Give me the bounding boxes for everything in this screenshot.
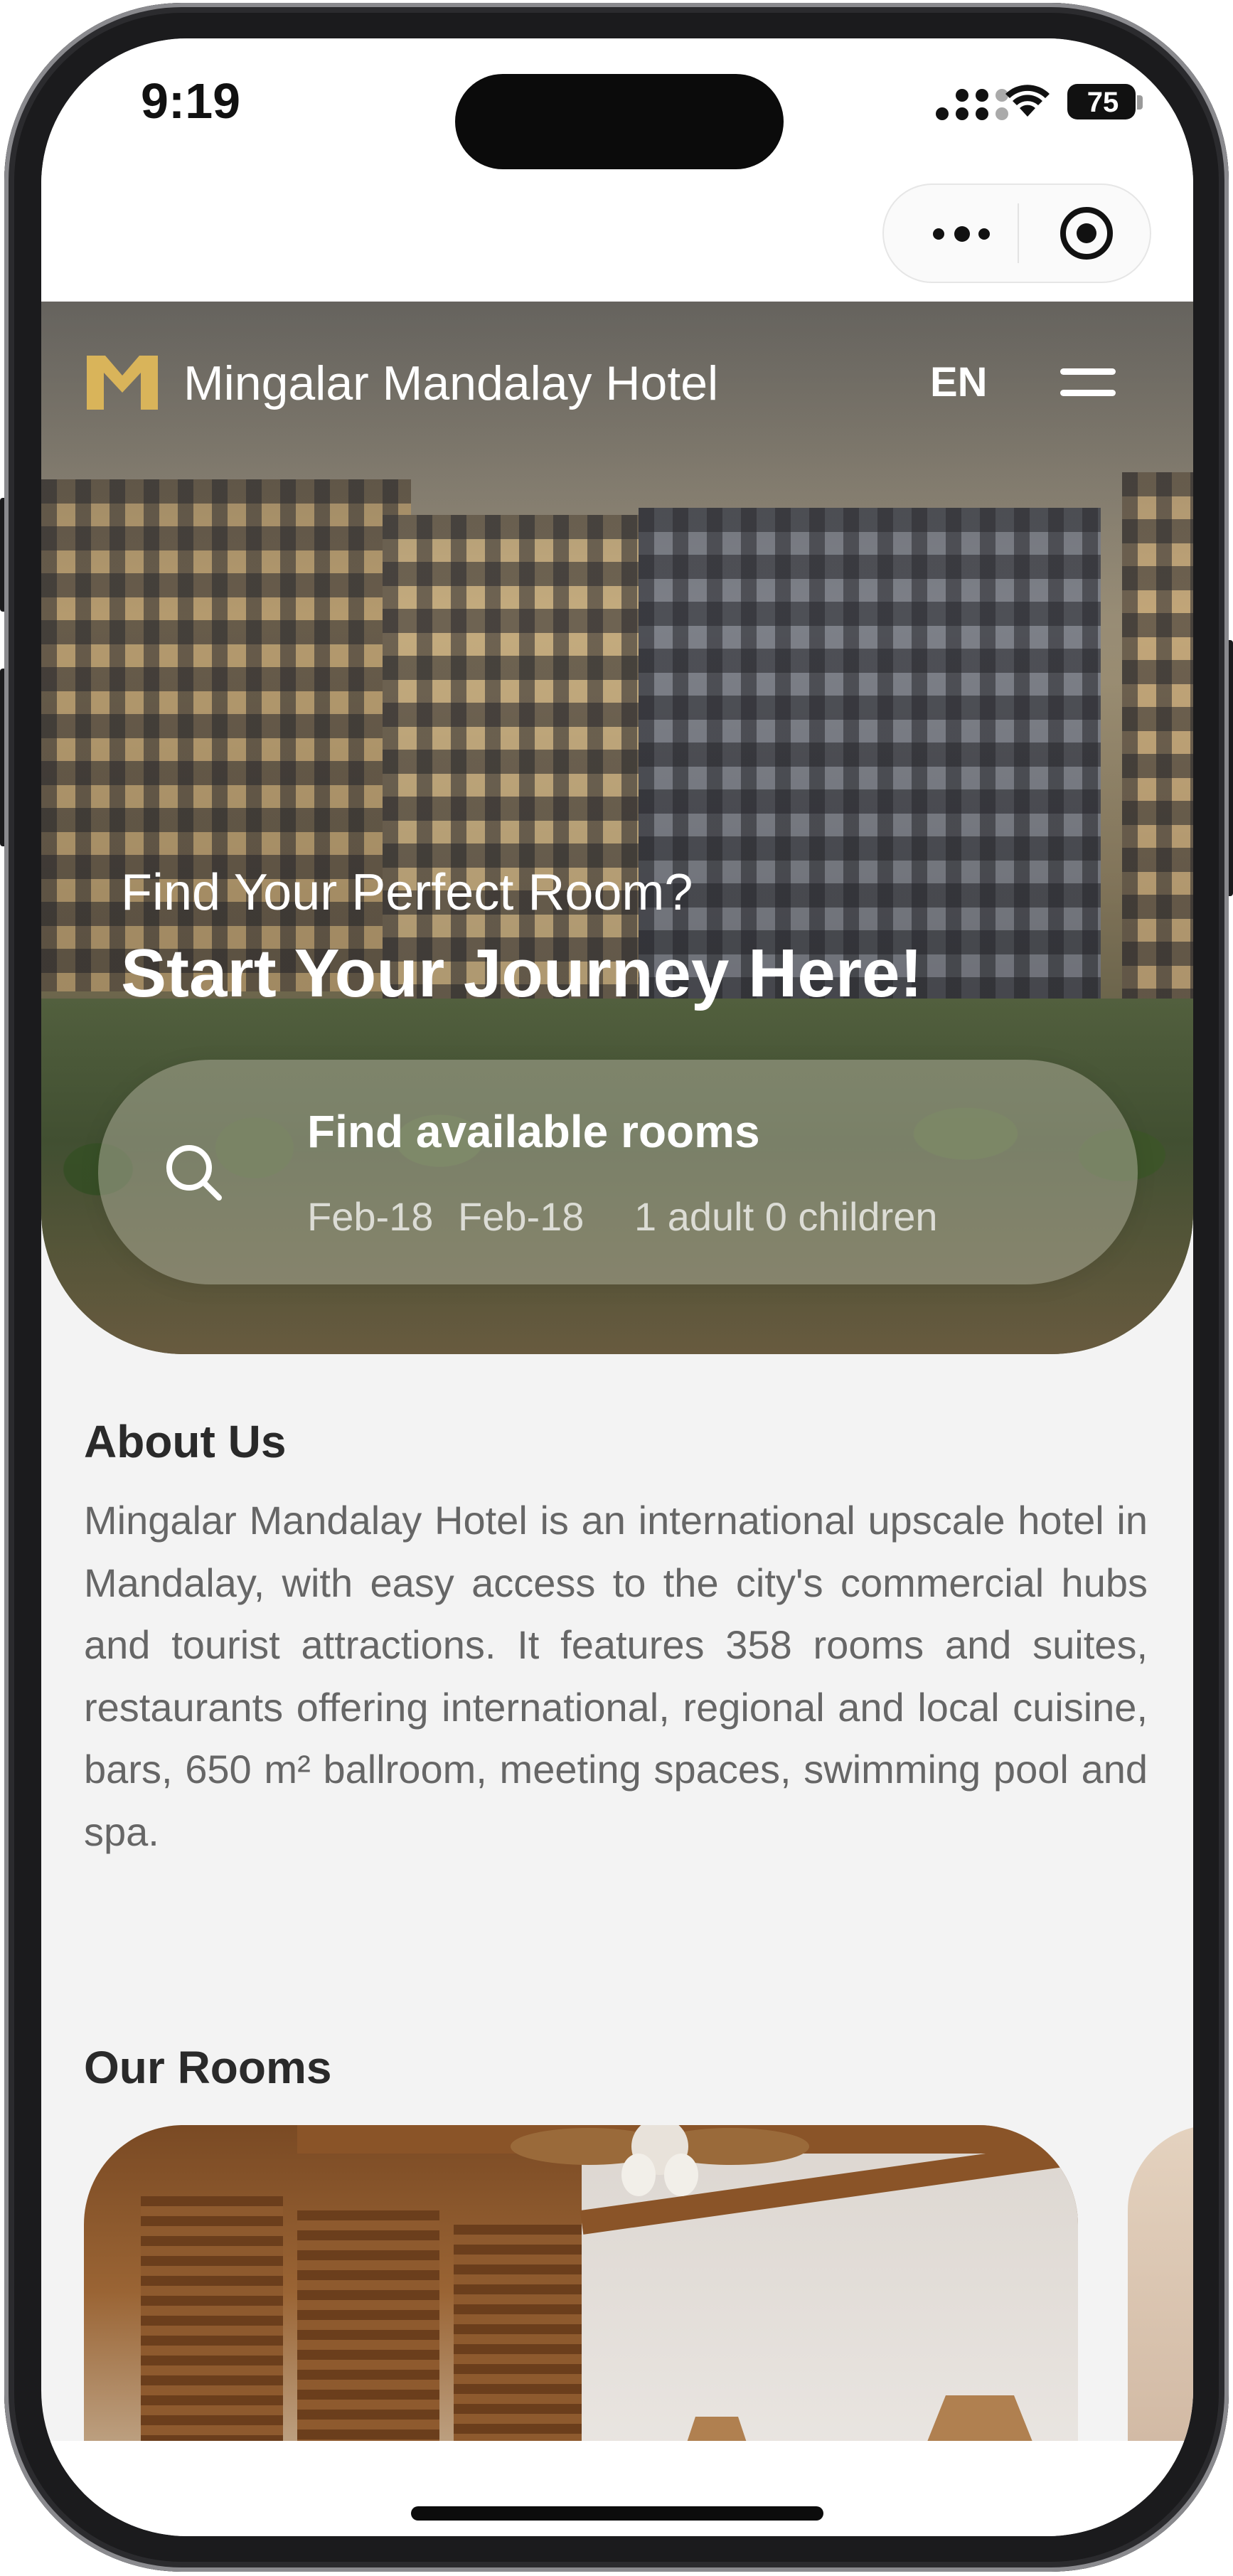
capsule-divider	[1018, 203, 1019, 263]
room-search-bar[interactable]	[98, 1060, 1138, 1284]
hamburger-menu-icon[interactable]	[1060, 368, 1116, 398]
room-card[interactable]	[84, 2125, 1078, 2495]
guest-count[interactable]: 1 adult 0 children	[634, 1193, 938, 1240]
hotel-logo	[87, 356, 158, 410]
battery-level: 75	[1087, 87, 1119, 118]
search-icon	[166, 1145, 222, 1201]
about-title: About Us	[84, 1416, 287, 1467]
rooms-title: Our Rooms	[84, 2042, 332, 2093]
check-out-date[interactable]: Feb-18	[458, 1193, 584, 1240]
bottom-safe-area	[41, 2441, 1193, 2536]
battery-tip	[1137, 95, 1143, 110]
check-in-date[interactable]: Feb-18	[307, 1193, 433, 1240]
search-title[interactable]: Find available rooms	[307, 1105, 760, 1158]
more-dots-icon[interactable]	[930, 219, 994, 248]
wifi-icon	[1005, 85, 1050, 117]
ceiling-fan-icon	[511, 2125, 809, 2196]
phone-frame: 9:19 75 Mingalar Mandalay Hotel EN Find …	[0, 0, 1233, 2576]
language-toggle[interactable]: EN	[930, 358, 988, 406]
home-indicator[interactable]	[411, 2506, 823, 2521]
hero-headline: Start Your Journey Here!	[121, 935, 923, 1011]
dynamic-island	[455, 74, 784, 169]
hero-subtitle: Find Your Perfect Room?	[121, 864, 693, 921]
about-text: Mingalar Mandalay Hotel is an internatio…	[84, 1498, 1148, 1854]
target-close-icon[interactable]	[1057, 203, 1116, 263]
screen: 9:19 75 Mingalar Mandalay Hotel EN Find …	[41, 38, 1193, 2536]
brand-name: Mingalar Mandalay Hotel	[183, 356, 719, 410]
status-time: 9:19	[141, 73, 241, 129]
room-card-next[interactable]	[1128, 2125, 1193, 2495]
